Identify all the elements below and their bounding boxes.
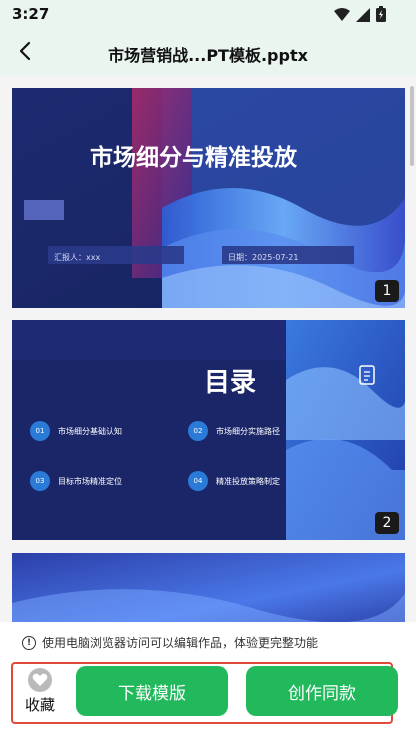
toc-item-number: 01 — [30, 421, 50, 441]
slide-1-reporter: 汇报人：xxx — [54, 253, 101, 262]
toc-item-text: 目标市场精准定位 — [58, 476, 122, 486]
slide-thumbnail-2[interactable]: 目录 01 市场细分基础认知 02 市场细分实施路径 03 目标市场精准定位 0… — [12, 320, 405, 540]
slide-1-title: 市场细分与精准投放 — [90, 145, 297, 171]
scrollbar[interactable] — [410, 86, 414, 166]
slide-2-page-number: 2 — [375, 512, 399, 534]
back-arrow-icon — [18, 41, 32, 65]
signal-icon — [356, 7, 370, 26]
toc-item-text: 精准投放策略制定 — [216, 476, 280, 486]
wifi-icon — [334, 7, 350, 26]
toc-item-text: 市场细分基础认知 — [58, 426, 122, 436]
header: 市场营销战...PT模板.pptx — [0, 30, 416, 76]
toc-item-2: 02 市场细分实施路径 — [188, 421, 280, 441]
slide-3-background — [12, 553, 405, 622]
download-template-button[interactable]: 下载模版 — [76, 666, 228, 716]
create-same-button[interactable]: 创作同款 — [246, 666, 398, 716]
toc-item-3: 03 目标市场精准定位 — [30, 471, 122, 491]
toc-item-1: 01 市场细分基础认知 — [30, 421, 122, 441]
slide-preview-list[interactable]: 市场细分与精准投放 汇报人：xxx 日期：2025-07-21 1 目录 01 — [0, 76, 416, 622]
slide-1-background — [12, 88, 405, 308]
back-button[interactable] — [8, 36, 42, 70]
favorite-button[interactable]: 收藏 — [22, 666, 58, 720]
status-icons — [334, 6, 386, 26]
notice-text: 使用电脑浏览器访问可以编辑作品，体验更完整功能 — [42, 636, 319, 650]
info-icon: ! — [22, 635, 36, 650]
toc-item-text: 市场细分实施路径 — [216, 426, 280, 436]
toc-item-4: 04 精准投放策略制定 — [188, 471, 280, 491]
battery-icon — [376, 6, 386, 26]
bottom-panel: ! 使用电脑浏览器访问可以编辑作品，体验更完整功能 收藏 下载模版 创作同款 — [0, 622, 416, 740]
favorite-label: 收藏 — [24, 696, 55, 714]
slide-1-date: 日期：2025-07-21 — [228, 253, 299, 262]
toc-item-number: 03 — [30, 471, 50, 491]
status-time: 3:27 — [12, 5, 50, 23]
slide-thumbnail-1[interactable]: 市场细分与精准投放 汇报人：xxx 日期：2025-07-21 1 — [12, 88, 405, 308]
status-bar: 3:27 — [0, 0, 416, 30]
notice: ! 使用电脑浏览器访问可以编辑作品，体验更完整功能 — [22, 634, 318, 651]
toc-item-number: 04 — [188, 471, 208, 491]
toc-item-number: 02 — [188, 421, 208, 441]
slide-2-title: 目录 — [204, 368, 257, 398]
slide-1-page-number: 1 — [375, 280, 399, 302]
heart-icon — [28, 668, 52, 692]
page-title: 市场营销战...PT模板.pptx — [108, 46, 308, 65]
slide-thumbnail-3[interactable] — [12, 553, 405, 622]
